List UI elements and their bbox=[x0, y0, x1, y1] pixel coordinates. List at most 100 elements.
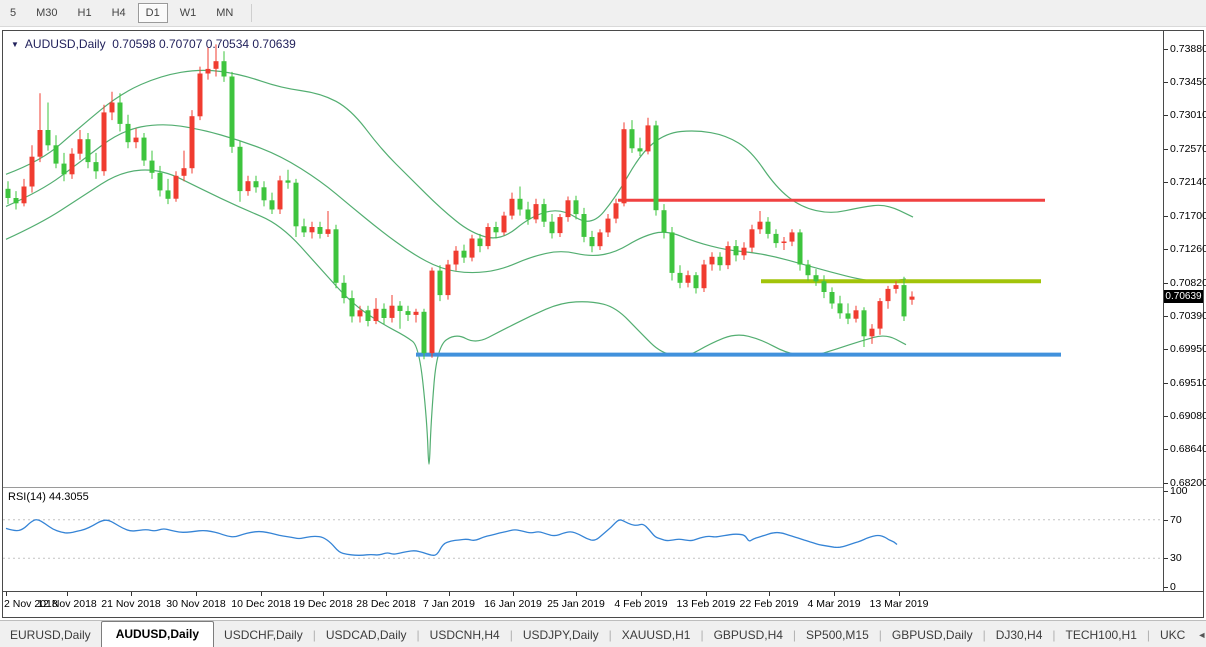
time-tick bbox=[899, 592, 900, 596]
tab-ukc[interactable]: UKC bbox=[1150, 624, 1195, 647]
tab-usdcnh-h4[interactable]: USDCNH,H4 bbox=[420, 624, 510, 647]
rsi-tick bbox=[1164, 587, 1168, 588]
symbol-tab-bar: EURUSD,DailyAUDUSD,DailyUSDCHF,Daily|USD… bbox=[0, 620, 1206, 647]
current-price-badge: 0.70639 bbox=[1164, 290, 1203, 303]
timeframe-button-5[interactable]: 5 bbox=[2, 3, 24, 23]
time-tick bbox=[261, 592, 262, 596]
price-tick bbox=[1164, 416, 1168, 417]
time-tick bbox=[131, 592, 132, 596]
tab-scroll-left-icon[interactable]: ◄ bbox=[1195, 630, 1206, 647]
time-tick bbox=[6, 592, 7, 596]
price-tick bbox=[1164, 216, 1168, 217]
time-axis-label: 4 Feb 2019 bbox=[614, 598, 667, 610]
price-tick bbox=[1164, 115, 1168, 116]
price-axis-label: 0.71700 bbox=[1170, 210, 1206, 222]
price-axis-label: 0.72140 bbox=[1170, 176, 1206, 188]
timeframe-button-mn[interactable]: MN bbox=[208, 3, 241, 23]
tab-gbpusd-h4[interactable]: GBPUSD,H4 bbox=[704, 624, 793, 647]
time-axis-label: 7 Jan 2019 bbox=[423, 598, 475, 610]
price-axis-label: 0.73010 bbox=[1170, 109, 1206, 121]
toolbar-separator bbox=[251, 4, 252, 22]
tab-eurusd-daily[interactable]: EURUSD,Daily bbox=[0, 624, 101, 647]
time-tick bbox=[449, 592, 450, 596]
time-axis-label: 28 Dec 2018 bbox=[356, 598, 416, 610]
time-tick bbox=[323, 592, 324, 596]
tab-dj30-h4[interactable]: DJ30,H4 bbox=[986, 624, 1053, 647]
time-axis-label: 16 Jan 2019 bbox=[484, 598, 542, 610]
rsi-axis-label: 0 bbox=[1170, 581, 1176, 593]
timeframe-button-w1[interactable]: W1 bbox=[172, 3, 205, 23]
timeframe-button-m30[interactable]: M30 bbox=[28, 3, 65, 23]
rsi-tick bbox=[1164, 558, 1168, 559]
price-axis-label: 0.72570 bbox=[1170, 143, 1206, 155]
time-axis-label: 4 Mar 2019 bbox=[807, 598, 860, 610]
time-tick bbox=[576, 592, 577, 596]
tab-usdjpy-daily[interactable]: USDJPY,Daily bbox=[513, 624, 609, 647]
chart-window[interactable]: ▼ AUDUSD,Daily 0.70598 0.70707 0.70534 0.… bbox=[2, 30, 1204, 618]
time-axis-label: 30 Nov 2018 bbox=[166, 598, 226, 610]
time-tick bbox=[641, 592, 642, 596]
price-axis-label: 0.70820 bbox=[1170, 277, 1206, 289]
time-tick bbox=[769, 592, 770, 596]
time-axis-label: 22 Feb 2019 bbox=[740, 598, 799, 610]
price-axis-label: 0.69950 bbox=[1170, 343, 1206, 355]
time-axis-label: 13 Feb 2019 bbox=[677, 598, 736, 610]
price-tick bbox=[1164, 249, 1168, 250]
price-axis-label: 0.68640 bbox=[1170, 443, 1206, 455]
price-tick bbox=[1164, 283, 1168, 284]
timeframe-button-h1[interactable]: H1 bbox=[70, 3, 100, 23]
time-axis-label: 12 Nov 2018 bbox=[37, 598, 97, 610]
price-axis: 0.73880 0.73450 0.73010 0.72570 0.72140 0.717… bbox=[1163, 31, 1203, 591]
timeframe-button-d1[interactable]: D1 bbox=[138, 3, 168, 23]
timeframe-button-h4[interactable]: H4 bbox=[104, 3, 134, 23]
tab-gbpusd-daily[interactable]: GBPUSD,Daily bbox=[882, 624, 983, 647]
timeframe-toolbar: 5M30H1H4D1W1MN bbox=[0, 0, 1206, 27]
bollinger-lower-band bbox=[6, 170, 906, 464]
rsi-axis-label: 30 bbox=[1170, 552, 1182, 564]
price-tick bbox=[1164, 449, 1168, 450]
price-axis-label: 0.70390 bbox=[1170, 310, 1206, 322]
rsi-tick bbox=[1164, 491, 1168, 492]
time-axis-label: 19 Dec 2018 bbox=[293, 598, 353, 610]
price-tick bbox=[1164, 182, 1168, 183]
price-tick bbox=[1164, 316, 1168, 317]
price-axis-label: 0.69080 bbox=[1170, 410, 1206, 422]
chart-symbol-label: AUDUSD,Daily bbox=[25, 37, 106, 51]
time-tick bbox=[834, 592, 835, 596]
rsi-axis-label: 70 bbox=[1170, 514, 1182, 526]
rsi-indicator-label: RSI(14) 44.3055 bbox=[8, 491, 89, 503]
price-tick bbox=[1164, 49, 1168, 50]
time-tick bbox=[67, 592, 68, 596]
price-axis-label: 0.69510 bbox=[1170, 377, 1206, 389]
price-axis-label: 0.73450 bbox=[1170, 76, 1206, 88]
rsi-line bbox=[6, 520, 897, 556]
time-tick bbox=[386, 592, 387, 596]
time-tick bbox=[196, 592, 197, 596]
price-tick bbox=[1164, 82, 1168, 83]
time-axis-label: 13 Mar 2019 bbox=[870, 598, 929, 610]
time-axis-label: 21 Nov 2018 bbox=[101, 598, 161, 610]
time-tick bbox=[513, 592, 514, 596]
time-tick bbox=[706, 592, 707, 596]
chart-title: ▼ AUDUSD,Daily 0.70598 0.70707 0.70534 0.… bbox=[11, 37, 296, 51]
tab-usdchf-daily[interactable]: USDCHF,Daily bbox=[214, 624, 313, 647]
rsi-axis-label: 100 bbox=[1170, 485, 1188, 497]
price-axis-label: 0.73880 bbox=[1170, 43, 1206, 55]
main-chart-pane[interactable] bbox=[3, 31, 1163, 487]
price-axis-label: 0.71260 bbox=[1170, 243, 1206, 255]
tab-usdcad-daily[interactable]: USDCAD,Daily bbox=[316, 624, 417, 647]
tab-xauusd-h1[interactable]: XAUUSD,H1 bbox=[612, 624, 701, 647]
tab-sp500-m15[interactable]: SP500,M15 bbox=[796, 624, 879, 647]
rsi-pane[interactable] bbox=[3, 488, 1163, 590]
time-axis-label: 10 Dec 2018 bbox=[231, 598, 291, 610]
chart-ohlc-values: 0.70598 0.70707 0.70534 0.70639 bbox=[112, 37, 296, 51]
tab-tech100-h1[interactable]: TECH100,H1 bbox=[1056, 624, 1147, 647]
chart-dropdown-icon[interactable]: ▼ bbox=[11, 40, 19, 49]
price-tick bbox=[1164, 349, 1168, 350]
tab-audusd-daily[interactable]: AUDUSD,Daily bbox=[101, 621, 214, 647]
price-tick bbox=[1164, 383, 1168, 384]
time-axis-label: 25 Jan 2019 bbox=[547, 598, 605, 610]
time-axis: 2 Nov 201812 Nov 201821 Nov 201830 Nov 2… bbox=[3, 591, 1203, 616]
price-tick bbox=[1164, 149, 1168, 150]
rsi-tick bbox=[1164, 520, 1168, 521]
